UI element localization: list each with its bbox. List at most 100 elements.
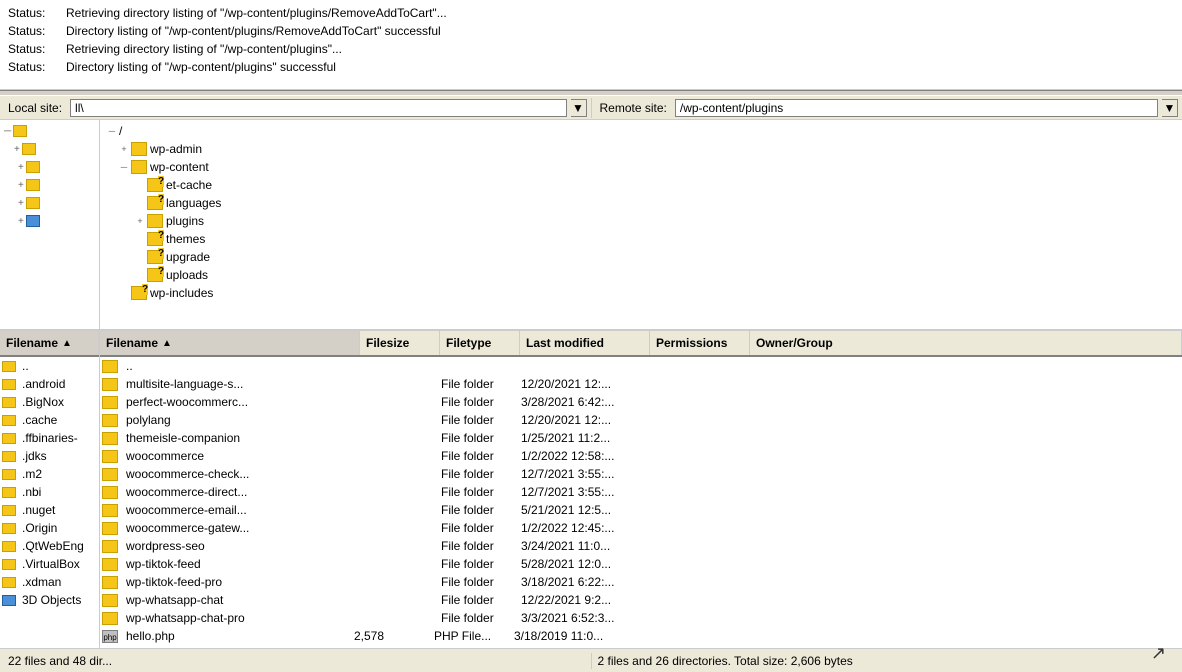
wp-admin-expander[interactable]: + [118, 143, 130, 155]
folder-icon [102, 396, 118, 409]
folder-icon [102, 558, 118, 571]
remote-file-row-3[interactable]: themeisle-companion File folder 1/25/202… [100, 429, 1182, 447]
status-text-3: Retrieving directory listing of "/wp-con… [66, 40, 342, 58]
remote-file-row-5[interactable]: woocommerce-check... File folder 12/7/20… [100, 465, 1182, 483]
remote-file-row-updir[interactable]: .. [100, 357, 1182, 375]
uploads-label: uploads [166, 268, 208, 282]
status-line-2: Status: Directory listing of "/wp-conten… [8, 22, 1174, 40]
remote-file-row-0[interactable]: multisite-language-s... File folder 12/2… [100, 375, 1182, 393]
remote-file-row-10[interactable]: wp-tiktok-feed File folder 5/28/2021 12:… [100, 555, 1182, 573]
local-tree-item-2[interactable]: + [10, 158, 97, 176]
dropdown-arrow-icon: ▼ [572, 101, 584, 115]
wp-includes-folder-icon [131, 286, 147, 300]
local-file-row-3dobjects[interactable]: 3D Objects [0, 591, 99, 609]
remote-file-row-1[interactable]: perfect-woocommerc... File folder 3/28/2… [100, 393, 1182, 411]
remote-tree-upgrade[interactable]: · upgrade [102, 248, 1180, 266]
remote-file-row-14[interactable]: php hello.php 2,578 PHP File... 3/18/201… [100, 627, 1182, 645]
local-file-row-updir[interactable]: .. [0, 357, 99, 375]
remote-tree-wp-content[interactable]: ─ wp-content [102, 158, 1180, 176]
local-file-row-jdks[interactable]: .jdks [0, 447, 99, 465]
remote-file-row-11[interactable]: wp-tiktok-feed-pro File folder 3/18/2021… [100, 573, 1182, 591]
folder-icon [2, 487, 16, 498]
folder-icon [2, 577, 16, 588]
sort-arrow-icon-remote: ▲ [162, 338, 172, 349]
remote-tree-plugins[interactable]: + plugins [102, 212, 1180, 230]
local-tree-root: ─ [2, 122, 97, 140]
remote-site-dropdown[interactable]: ▼ [1162, 99, 1178, 117]
remote-file-row-4[interactable]: woocommerce File folder 1/2/2022 12:58:.… [100, 447, 1182, 465]
local-tree-item-4[interactable]: + [10, 194, 97, 212]
remote-file-row-13[interactable]: wp-whatsapp-chat-pro File folder 3/3/202… [100, 609, 1182, 627]
remote-site-path[interactable]: /wp-content/plugins [675, 99, 1158, 117]
remote-tree-scroll[interactable]: ─ / + wp-admin ─ wp-content · et-cache [102, 122, 1180, 327]
status-line-3: Status: Retrieving directory listing of … [8, 40, 1174, 58]
local-file-row-cache[interactable]: .cache [0, 411, 99, 429]
local-files-panel: Filename ▲ .. .android .BigNox .cache [0, 331, 100, 648]
folder-icon [102, 594, 118, 607]
root-expand[interactable]: ─ [4, 126, 13, 137]
local-file-row-bignox[interactable]: .BigNox [0, 393, 99, 411]
local-tree-item[interactable]: + [10, 140, 97, 158]
remote-filename-header[interactable]: Filename ▲ [100, 331, 360, 355]
remote-tree-themes[interactable]: · themes [102, 230, 1180, 248]
local-tree-item-3[interactable]: + [10, 176, 97, 194]
remote-tree-languages[interactable]: · languages [102, 194, 1180, 212]
plugins-expander[interactable]: + [134, 215, 146, 227]
local-file-row-android[interactable]: .android [0, 375, 99, 393]
remote-tree-wp-admin[interactable]: + wp-admin [102, 140, 1180, 158]
remote-filesize-header[interactable]: Filesize [360, 331, 440, 355]
local-file-row-xdman[interactable]: .xdman [0, 573, 99, 591]
remote-filetype-header[interactable]: Filetype [440, 331, 520, 355]
cache-label: .cache [18, 413, 61, 427]
root-expander[interactable]: ─ [106, 125, 118, 137]
local-file-list-body[interactable]: .. .android .BigNox .cache .ffbinaries- … [0, 357, 99, 648]
remote-ownergroup-header[interactable]: Owner/Group [750, 331, 1182, 355]
remote-file-row-12[interactable]: wp-whatsapp-chat File folder 12/22/2021 … [100, 591, 1182, 609]
remote-tree-uploads[interactable]: · uploads [102, 266, 1180, 284]
remote-file-row-6[interactable]: woocommerce-direct... File folder 12/7/2… [100, 483, 1182, 501]
status-text-4: Directory listing of "/wp-content/plugin… [66, 58, 336, 76]
uploads-folder-icon [147, 268, 163, 282]
folder-icon [102, 522, 118, 535]
remote-tree[interactable]: ─ / + wp-admin ─ wp-content · et-cache [100, 120, 1182, 329]
wp-content-expander[interactable]: ─ [118, 161, 130, 173]
remote-files-header: Filename ▲ Filesize Filetype Last modifi… [100, 331, 1182, 357]
local-file-row-origin[interactable]: .Origin [0, 519, 99, 537]
local-file-row-qtwebeng[interactable]: .QtWebEng [0, 537, 99, 555]
tree-area: ─ + + + + + [0, 120, 1182, 330]
status-text-2: Directory listing of "/wp-content/plugin… [66, 22, 441, 40]
folder-icon [102, 378, 118, 391]
remote-file-row-2[interactable]: polylang File folder 12/20/2021 12:... [100, 411, 1182, 429]
folder-icon [2, 505, 16, 516]
folder-icon-2 [26, 161, 40, 173]
local-file-row-nuget[interactable]: .nuget [0, 501, 99, 519]
local-file-row-m2[interactable]: .m2 [0, 465, 99, 483]
folder-icon [102, 468, 118, 481]
folder-icon [2, 397, 16, 408]
folder-icon [2, 415, 16, 426]
remote-tree-et-cache[interactable]: · et-cache [102, 176, 1180, 194]
local-file-row-ffbinaries[interactable]: .ffbinaries- [0, 429, 99, 447]
folder-icon [102, 432, 118, 445]
remote-file-row-9[interactable]: wordpress-seo File folder 3/24/2021 11:0… [100, 537, 1182, 555]
folder-icon [22, 143, 36, 155]
remote-permissions-header[interactable]: Permissions [650, 331, 750, 355]
local-site-dropdown[interactable]: ▼ [571, 99, 587, 117]
remote-file-list-body[interactable]: .. multisite-language-s... File folder 1… [100, 357, 1182, 648]
remote-file-row-7[interactable]: woocommerce-email... File folder 5/21/20… [100, 501, 1182, 519]
local-tree-item-5[interactable]: + [10, 212, 97, 230]
local-file-row-nbi[interactable]: .nbi [0, 483, 99, 501]
remote-dropdown-arrow-icon: ▼ [1164, 101, 1176, 115]
status-line-1: Status: Retrieving directory listing of … [8, 4, 1174, 22]
remote-site-label: Remote site: [596, 101, 671, 115]
sort-arrow-icon: ▲ [62, 338, 72, 349]
local-site-path[interactable]: ll\ [70, 99, 566, 117]
remote-lastmodified-header[interactable]: Last modified [520, 331, 650, 355]
remote-file-row-8[interactable]: woocommerce-gatew... File folder 1/2/202… [100, 519, 1182, 537]
local-file-row-virtualbox[interactable]: .VirtualBox [0, 555, 99, 573]
local-filename-header[interactable]: Filename ▲ [0, 331, 99, 355]
remote-tree-root[interactable]: ─ / [102, 122, 1180, 140]
remote-tree-wp-includes[interactable]: · wp-includes [102, 284, 1180, 302]
local-tree[interactable]: ─ + + + + + [0, 120, 100, 329]
wp-content-label: wp-content [150, 160, 209, 174]
